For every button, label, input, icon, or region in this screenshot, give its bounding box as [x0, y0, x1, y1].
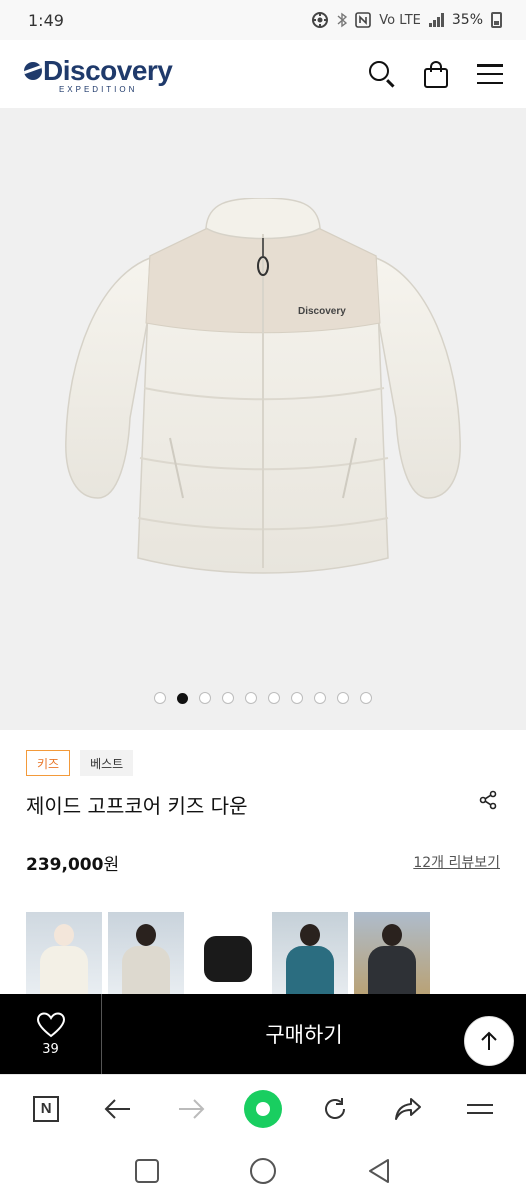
reload-button[interactable]: [315, 1089, 355, 1129]
logo-subtext: EXPEDITION: [58, 84, 138, 94]
scroll-top-button[interactable]: [464, 1016, 514, 1066]
signal-icon: [428, 13, 444, 27]
battery-percent: 35%: [451, 12, 483, 28]
green-dot-button[interactable]: [243, 1089, 283, 1129]
badge-best: 베스트: [80, 750, 134, 776]
thumbnail-beige[interactable]: [108, 912, 184, 994]
back-nav-button[interactable]: [367, 1158, 391, 1184]
pagination-dot[interactable]: [199, 692, 211, 704]
recent-apps-button[interactable]: [135, 1159, 160, 1183]
search-icon[interactable]: [368, 60, 396, 88]
product-image-gallery[interactable]: Discovery: [0, 108, 526, 730]
heart-icon: [36, 1011, 65, 1037]
green-dot-icon: [243, 1089, 282, 1128]
thumbnail-charcoal[interactable]: [354, 912, 430, 994]
home-button[interactable]: [249, 1158, 276, 1184]
color-thumbnails: [26, 912, 430, 994]
pagination-dot[interactable]: [245, 692, 257, 704]
pagination-dot[interactable]: [337, 692, 349, 704]
menu-lines-icon: [466, 1103, 493, 1114]
product-jacket-image: Discovery: [65, 198, 461, 574]
pagination-dot[interactable]: [291, 692, 303, 704]
product-title: 제이드 고프코어 키즈 다운: [26, 794, 248, 818]
buy-button[interactable]: 구매하기: [102, 994, 526, 1074]
shopping-bag-icon[interactable]: [422, 60, 450, 88]
price-amount: 239,000: [26, 855, 104, 875]
discovery-logo[interactable]: Discovery EXPEDITION: [24, 54, 173, 94]
logo-text: Discovery: [43, 54, 173, 86]
pagination-dot[interactable]: [268, 692, 280, 704]
battery-icon: [491, 12, 502, 28]
naver-home-button[interactable]: N: [26, 1089, 66, 1129]
hamburger-menu-icon[interactable]: [476, 64, 504, 84]
price-currency: 원: [103, 855, 120, 875]
back-button[interactable]: [98, 1089, 138, 1129]
globe-icon: [24, 61, 42, 80]
thumbnail-black[interactable]: [190, 912, 266, 994]
share-page-button[interactable]: [388, 1089, 428, 1129]
reload-icon: [325, 1097, 346, 1119]
pagination-dot[interactable]: [314, 692, 326, 704]
volte-icon: Vo LTE: [379, 12, 421, 28]
wishlist-button[interactable]: 39: [0, 994, 102, 1074]
pagination-dot[interactable]: [177, 693, 188, 704]
badge-kids: 키즈: [26, 750, 71, 776]
naver-n-icon: N: [33, 1095, 60, 1122]
product-price: 239,000원: [26, 850, 119, 875]
status-time: 1:49: [28, 10, 64, 30]
review-link[interactable]: 12개 리뷰보기: [413, 852, 500, 872]
browser-toolbar: N: [0, 1074, 526, 1142]
thumbnail-ivory[interactable]: [26, 912, 102, 994]
status-icons: Vo LTE 35%: [311, 11, 502, 29]
forward-button[interactable]: [171, 1089, 211, 1129]
pagination-dot[interactable]: [154, 692, 166, 704]
arrow-left-icon: [105, 1098, 131, 1119]
purchase-bar: 39 구매하기: [0, 994, 526, 1074]
nfc-icon: [355, 12, 372, 28]
gallery-pagination: [0, 692, 526, 704]
browser-menu-button[interactable]: [460, 1089, 500, 1129]
bluetooth-icon: [337, 12, 348, 28]
status-bar: 1:49 Vo LTE 35%: [0, 0, 526, 40]
location-icon: [312, 12, 329, 28]
arrow-right-icon: [178, 1098, 205, 1119]
product-badges: 키즈 베스트: [26, 750, 134, 776]
pagination-dot[interactable]: [360, 692, 372, 704]
system-navigation-bar: [0, 1142, 526, 1200]
wishlist-count: 39: [42, 1041, 59, 1057]
site-header: Discovery EXPEDITION: [0, 40, 526, 108]
arrow-up-icon: [481, 1031, 497, 1050]
jacket-logo-print: Discovery: [298, 306, 346, 317]
pagination-dot[interactable]: [222, 692, 234, 704]
thumbnail-teal[interactable]: [272, 912, 348, 994]
share-icon[interactable]: [478, 790, 498, 810]
header-actions: [368, 60, 504, 88]
share-arrow-icon: [394, 1097, 421, 1120]
